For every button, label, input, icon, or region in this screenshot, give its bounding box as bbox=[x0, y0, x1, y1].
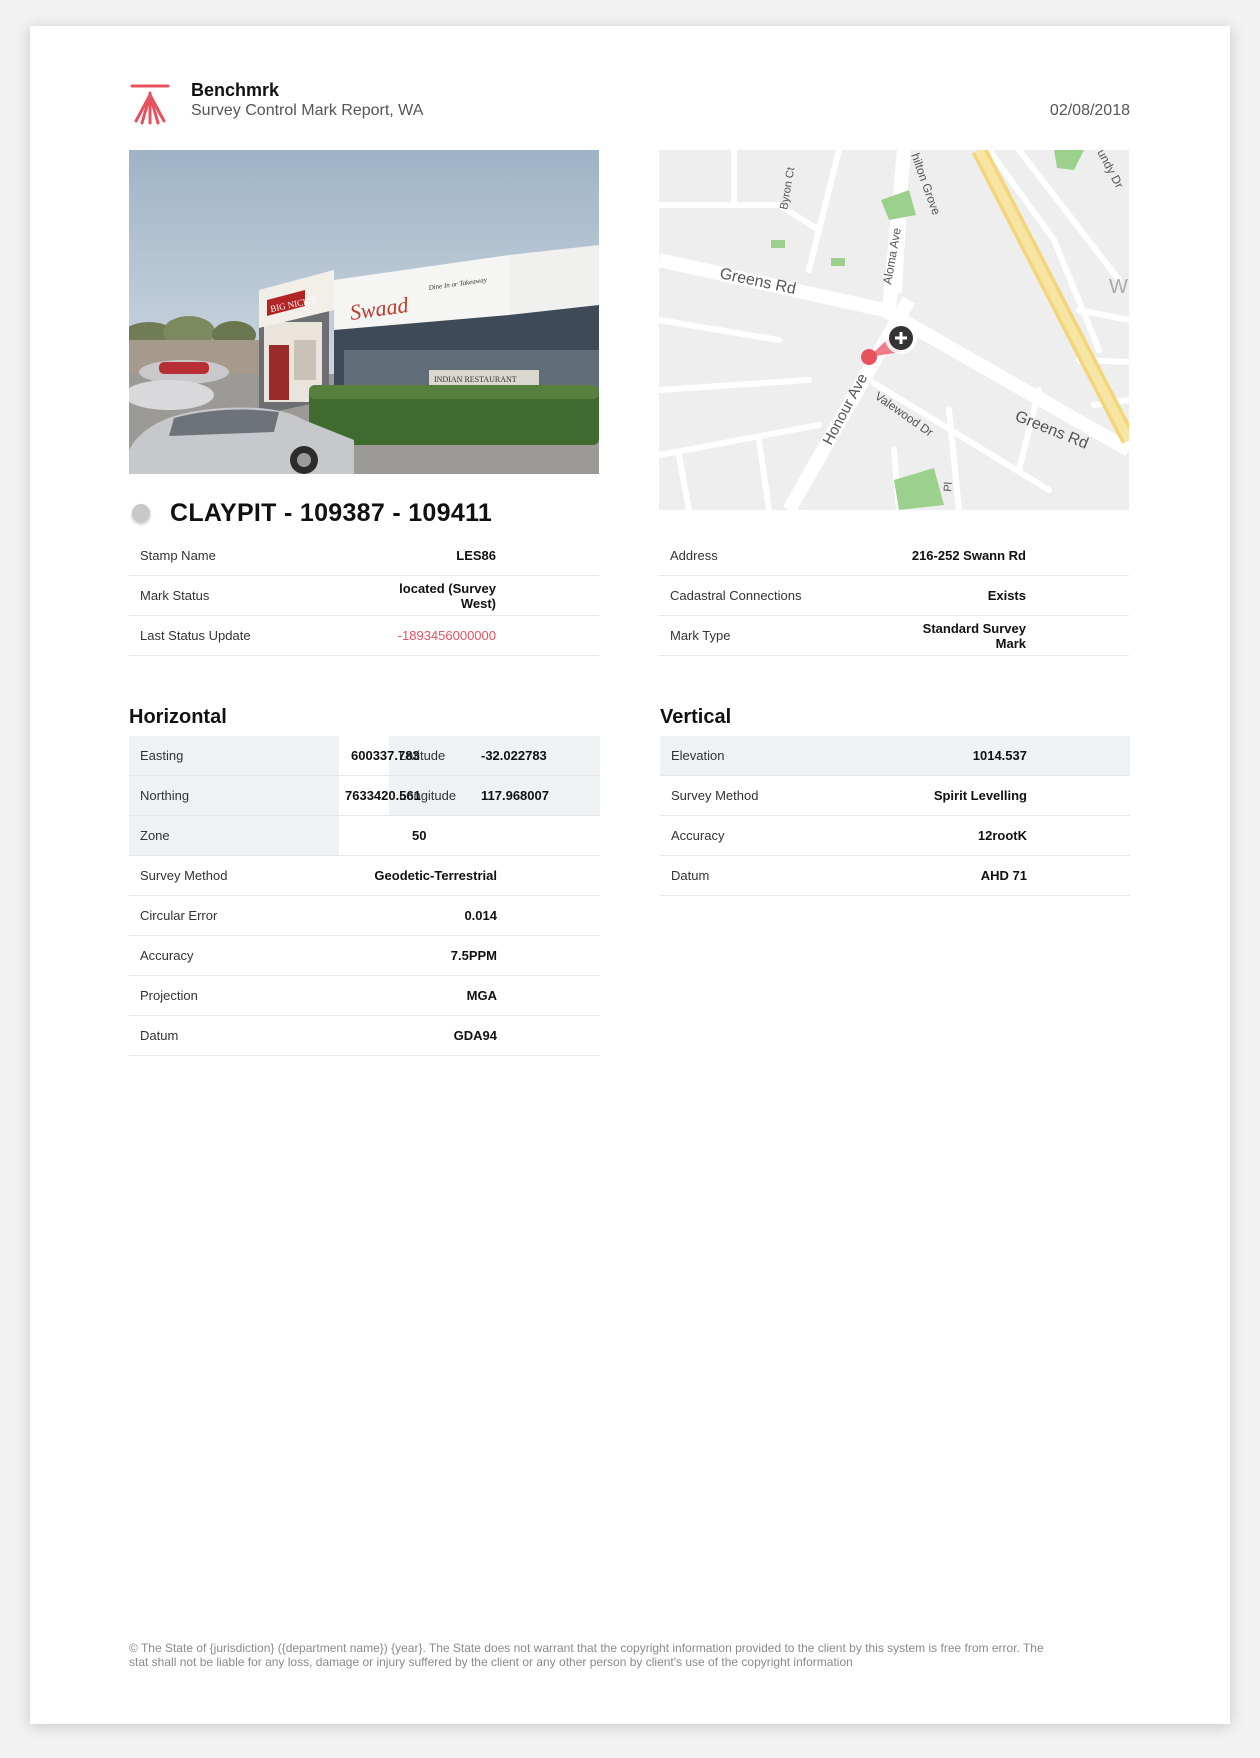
table-row: Datum GDA94 bbox=[129, 1015, 600, 1056]
table-row: Last Status Update -1893456000000 bbox=[129, 615, 599, 656]
easting-value: 600337.783 bbox=[351, 748, 420, 763]
table-row: Accuracy 7.5PPM bbox=[129, 935, 600, 976]
horizontal-table: Easting Latitude 600337.783 -32.022783 N… bbox=[129, 736, 600, 856]
elevation-label: Elevation bbox=[660, 736, 895, 776]
copyright-footer: © The State of {jurisdiction} ({departme… bbox=[129, 1641, 1129, 1669]
mark-status-value: located (Survey West) bbox=[364, 575, 599, 616]
report-date: 02/08/2018 bbox=[1049, 102, 1130, 119]
plus-circle-icon[interactable] bbox=[885, 322, 917, 354]
table-row: Mark Type Standard Survey Mark bbox=[659, 615, 1129, 656]
table-row: Easting Latitude 600337.783 -32.022783 bbox=[129, 736, 600, 776]
mark-title: CLAYPIT - 109387 - 109411 bbox=[170, 498, 493, 527]
zone-label: Zone bbox=[140, 828, 170, 843]
table-row: Survey Method Spirit Levelling bbox=[660, 775, 1130, 816]
table-row: Circular Error 0.014 bbox=[129, 895, 600, 936]
location-info-table: Address 216-252 Swann Rd Cadastral Conne… bbox=[659, 536, 1129, 656]
site-photo-illustration: BIG NICK'S Swaad Dine In or Takeaway IND… bbox=[129, 150, 599, 474]
report-subtitle: Survey Control Mark Report, WA bbox=[191, 102, 424, 119]
circular-error-value: 0.014 bbox=[364, 895, 600, 936]
brand-name: Benchmrk bbox=[191, 80, 280, 100]
projection-label: Projection bbox=[129, 975, 365, 1016]
circular-error-label: Circular Error bbox=[129, 895, 365, 936]
easting-label: Easting bbox=[140, 748, 184, 763]
longitude-value: 117.968007 bbox=[481, 788, 549, 803]
mark-type-value: Standard Survey Mark bbox=[894, 615, 1129, 656]
vertical-table: Elevation 1014.537 Survey Method Spirit … bbox=[660, 736, 1130, 896]
projection-value: MGA bbox=[364, 975, 600, 1016]
latitude-value: -32.022783 bbox=[481, 748, 547, 763]
last-status-update-label: Last Status Update bbox=[129, 615, 364, 656]
vertical-survey-method-label: Survey Method bbox=[660, 775, 895, 816]
table-row: Address 216-252 Swann Rd bbox=[659, 536, 1129, 576]
table-row: Accuracy 12rootK bbox=[660, 815, 1130, 856]
survey-method-label: Survey Method bbox=[129, 856, 365, 896]
northing-value: 7633420.561 bbox=[345, 788, 421, 803]
site-photo: BIG NICK'S Swaad Dine In or Takeaway IND… bbox=[129, 150, 599, 474]
map-label-pl: Pl bbox=[942, 481, 955, 492]
last-status-update-value: -1893456000000 bbox=[364, 615, 599, 656]
vertical-datum-value: AHD 71 bbox=[895, 855, 1130, 896]
photo-restaurant-sign: INDIAN RESTAURANT bbox=[434, 375, 517, 384]
vertical-accuracy-label: Accuracy bbox=[660, 815, 895, 856]
map-canvas[interactable]: Greens Rd Greens Rd Byron Ct hilton Grov… bbox=[659, 150, 1129, 510]
mark-status-label: Mark Status bbox=[129, 575, 364, 616]
horizontal-details-table: Survey Method Geodetic-Terrestrial Circu… bbox=[129, 856, 600, 1056]
northing-label: Northing bbox=[140, 788, 190, 803]
vertical-datum-label: Datum bbox=[660, 855, 895, 896]
cadastral-connections-value: Exists bbox=[894, 575, 1129, 616]
copyright-line-1: © The State of {jurisdiction} ({departme… bbox=[129, 1641, 1044, 1655]
copyright-line-2: stat shall not be liable for any loss, d… bbox=[129, 1655, 853, 1669]
survey-method-value: Geodetic-Terrestrial bbox=[364, 856, 600, 896]
datum-value: GDA94 bbox=[364, 1015, 600, 1056]
table-row: Survey Method Geodetic-Terrestrial bbox=[129, 856, 600, 896]
mark-title-row: CLAYPIT - 109387 - 109411 bbox=[129, 496, 492, 530]
vertical-heading: Vertical bbox=[660, 706, 732, 728]
cadastral-connections-label: Cadastral Connections bbox=[659, 575, 894, 616]
benchmrk-logo-icon bbox=[130, 84, 170, 125]
address-value: 216-252 Swann Rd bbox=[894, 536, 1129, 576]
mark-type-label: Mark Type bbox=[659, 615, 894, 656]
horizontal-heading: Horizontal bbox=[129, 706, 227, 728]
vertical-accuracy-value: 12rootK bbox=[895, 815, 1130, 856]
table-row: Elevation 1014.537 bbox=[660, 736, 1130, 776]
table-row: Stamp Name LES86 bbox=[129, 536, 599, 576]
elevation-value: 1014.537 bbox=[895, 736, 1130, 776]
vertical-survey-method-value: Spirit Levelling bbox=[895, 775, 1130, 816]
status-dot-icon bbox=[132, 504, 150, 522]
accuracy-value: 7.5PPM bbox=[364, 935, 600, 976]
map-label-w: W bbox=[1109, 276, 1128, 298]
table-row: Northing Longitude 7633420.561 117.96800… bbox=[129, 776, 600, 816]
address-label: Address bbox=[659, 536, 894, 576]
report-sheet: Benchmrk Survey Control Mark Report, WA … bbox=[30, 26, 1230, 1724]
table-row: Mark Status located (Survey West) bbox=[129, 575, 599, 616]
accuracy-label: Accuracy bbox=[129, 935, 365, 976]
table-row: Zone 50 bbox=[129, 816, 600, 856]
location-map[interactable]: Greens Rd Greens Rd Byron Ct hilton Grov… bbox=[659, 150, 1129, 510]
zone-value: 50 bbox=[412, 828, 427, 843]
table-row: Cadastral Connections Exists bbox=[659, 575, 1129, 616]
stamp-name-value: LES86 bbox=[364, 536, 599, 576]
stamp-name-label: Stamp Name bbox=[129, 536, 364, 576]
mark-info-table: Stamp Name LES86 Mark Status located (Su… bbox=[129, 536, 599, 656]
datum-label: Datum bbox=[129, 1015, 365, 1056]
table-row: Projection MGA bbox=[129, 975, 600, 1016]
table-row: Datum AHD 71 bbox=[660, 855, 1130, 896]
